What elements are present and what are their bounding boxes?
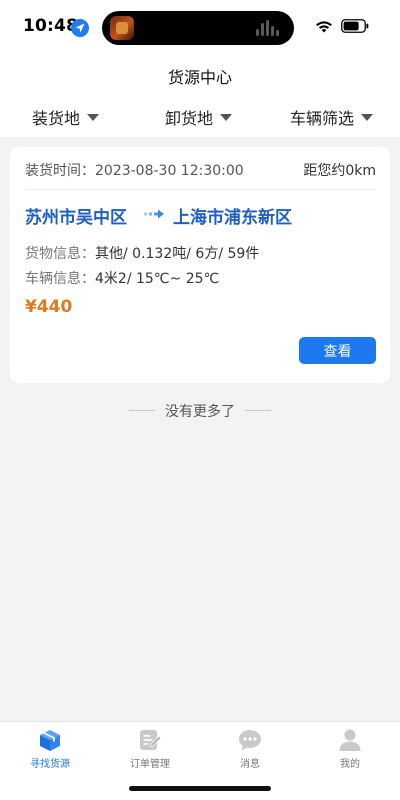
person-icon <box>339 729 361 751</box>
distance: 距您约0km <box>303 163 376 179</box>
filter-unload-place[interactable]: 卸货地 <box>165 104 233 130</box>
dynamic-island <box>102 11 294 45</box>
tab-label: 寻找货源 <box>30 759 70 770</box>
status-bar: 10:48 <box>0 0 400 54</box>
tab-find-cargo[interactable]: 寻找货源 <box>0 728 100 770</box>
route-origin: 苏州市吴中区 <box>25 208 127 228</box>
page-title: 货源中心 <box>167 68 232 87</box>
vehicle-info: 车辆信息：4米2/ 15℃~ 25℃ <box>25 268 219 288</box>
filter-bar: 装货地 卸货地 车辆筛选 <box>0 104 400 130</box>
location-arrow-icon <box>71 19 89 37</box>
cargo-info-value: 其他/ 0.132吨/ 6方/ 59件 <box>95 246 260 262</box>
chat-bubble-icon <box>239 730 261 751</box>
vehicle-info-value: 4米2/ 15℃~ 25℃ <box>95 271 220 287</box>
battery-icon <box>341 19 369 33</box>
wifi-icon <box>316 21 332 33</box>
route: 苏州市吴中区 上海市浦东新区 <box>25 203 385 228</box>
tab-profile[interactable]: 我的 <box>300 728 400 770</box>
chevron-down-icon <box>87 113 100 121</box>
chevron-down-icon <box>361 113 374 121</box>
no-more-indicator: 没有更多了 <box>0 401 400 421</box>
vehicle-info-label: 车辆信息： <box>25 271 95 287</box>
cube-icon <box>40 730 60 751</box>
route-destination: 上海市浦东新区 <box>173 208 292 228</box>
load-time: 装货时间：2023-08-30 12:30:00 <box>25 163 244 179</box>
no-more-text: 没有更多了 <box>165 404 235 420</box>
cargo-card[interactable]: 装货时间：2023-08-30 12:30:00 距您约0km 苏州市吴中区 上… <box>10 147 390 383</box>
filter-load-place[interactable]: 装货地 <box>32 104 100 130</box>
filter-label: 卸货地 <box>165 109 214 128</box>
app-icon <box>110 16 134 40</box>
filter-label: 车辆筛选 <box>290 109 355 128</box>
tab-label: 订单管理 <box>130 759 170 770</box>
edit-document-icon <box>140 730 162 750</box>
tab-label: 我的 <box>340 759 360 770</box>
price: ¥440 <box>25 297 73 317</box>
status-time: 10:48 <box>23 16 79 36</box>
card-header: 装货时间：2023-08-30 12:30:00 距您约0km <box>25 160 376 190</box>
tab-messages[interactable]: 消息 <box>200 728 300 770</box>
chevron-down-icon <box>220 113 233 121</box>
filter-label: 装货地 <box>32 109 81 128</box>
view-button[interactable]: 查看 <box>299 337 376 364</box>
route-arrow-icon <box>144 209 164 219</box>
divider <box>245 410 271 411</box>
tab-label: 消息 <box>240 759 260 770</box>
audio-wave-icon <box>256 20 280 36</box>
tab-orders[interactable]: 订单管理 <box>100 728 200 770</box>
cargo-info: 货物信息：其他/ 0.132吨/ 6方/ 59件 <box>25 243 259 263</box>
cargo-info-label: 货物信息： <box>25 246 95 262</box>
filter-vehicle[interactable]: 车辆筛选 <box>290 104 374 130</box>
home-indicator <box>129 786 271 791</box>
